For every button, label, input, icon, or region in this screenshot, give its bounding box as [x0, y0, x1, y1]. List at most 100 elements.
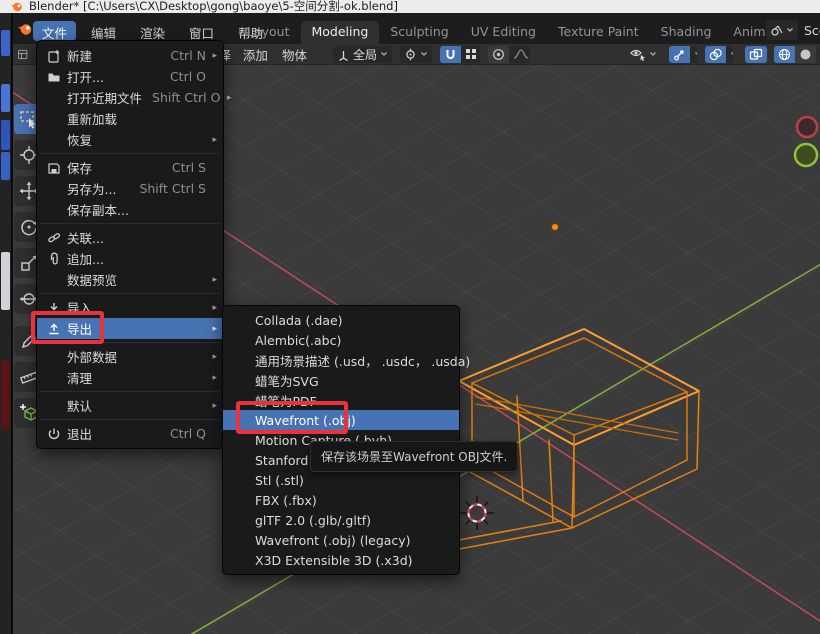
submenu-item-collada[interactable]: Collada (.dae) [223, 310, 459, 330]
solid-sphere-icon [799, 48, 812, 61]
nav-gizmo-x-axis-ball[interactable] [797, 117, 817, 137]
tab-shading[interactable]: Shading [650, 21, 723, 44]
xray-toggle-button[interactable] [745, 46, 767, 63]
submenu-item-fbx[interactable]: FBX (.fbx) [223, 490, 459, 510]
menu-item-save[interactable]: 保存 Ctrl S [37, 157, 223, 178]
overlays-dropdown[interactable] [726, 46, 733, 63]
scene-icon [770, 23, 784, 37]
chevron-down-icon [380, 51, 388, 57]
gizmos-dropdown[interactable] [690, 46, 697, 63]
window-title: Blender* [C:\Users\CX\Desktop\gong\baoye… [29, 0, 398, 13]
pivot-point-dropdown[interactable] [400, 46, 432, 63]
submenu-arrow-icon: ▸ [206, 324, 217, 334]
menu-item-open-recent[interactable]: 打开近期文件 Shift Ctrl O ▸ [37, 87, 223, 108]
scene-selector: Sce [766, 20, 820, 40]
overlays-toggle-button[interactable] [705, 46, 726, 63]
snap-toggle-button[interactable] [440, 46, 461, 63]
transform-orientation-dropdown[interactable]: 全局 [333, 46, 392, 63]
chevron-down-icon [730, 51, 733, 57]
menu-item-label: 外部数据 [67, 347, 206, 366]
menu-item-label: 清理 [67, 368, 206, 387]
submenu-item-label: Wavefront (.obj) (legacy) [255, 533, 411, 548]
gizmos-toggle-button[interactable] [669, 46, 690, 63]
menu-separator [37, 150, 223, 157]
export-submenu: Collada (.dae) Alembic(.abc) 通用场景描述 (.us… [222, 305, 460, 575]
tab-texture-paint[interactable]: Texture Paint [547, 21, 650, 44]
shading-solid-button[interactable] [795, 46, 816, 63]
chevron-down-icon [786, 27, 794, 33]
shading-material-button[interactable] [816, 46, 820, 63]
cursor-3d-icon [460, 496, 494, 530]
sliver-blob [1, 252, 10, 310]
tab-modeling[interactable]: Modeling [301, 21, 380, 44]
menu-item-save-copy[interactable]: 保存副本... [37, 199, 223, 220]
sliver-blob [1, 30, 10, 56]
proportional-editing-icon [492, 48, 505, 61]
tooltip-text: 保存该场景至Wavefront OBJ文件. [321, 450, 507, 464]
menu-item-link[interactable]: 关联... [37, 227, 223, 248]
wireframe-box-object[interactable] [459, 329, 699, 549]
menu-separator [37, 220, 223, 227]
shading-wireframe-button[interactable] [774, 46, 795, 63]
submenu-item-alembic[interactable]: Alembic(.abc) [223, 330, 459, 350]
tab-layout[interactable]: Layout [236, 21, 301, 44]
scene-selector-button[interactable] [766, 20, 798, 40]
annotation-box-export [31, 311, 104, 344]
submenu-arrow-icon: ▸ [206, 401, 217, 411]
window-left-border [11, 13, 13, 634]
menu-window[interactable]: 窗口 [180, 21, 223, 41]
menu-file[interactable]: 文件 [33, 21, 76, 41]
proportional-editing-toggle[interactable] [488, 46, 509, 63]
menu-item-label: 打开近期文件 [67, 88, 142, 107]
menu-separator [37, 416, 223, 423]
submenu-item-wavefront-legacy[interactable]: Wavefront (.obj) (legacy) [223, 530, 459, 550]
submenu-item-label: glTF 2.0 (.glb/.gltf) [255, 513, 371, 528]
proportional-falloff-dropdown[interactable] [509, 46, 531, 63]
menu-item-clean-up[interactable]: 清理 ▸ [37, 367, 223, 388]
link-icon [47, 231, 67, 245]
menu-render[interactable]: 渲染 [131, 21, 174, 41]
menu-edit[interactable]: 编辑 [82, 21, 125, 41]
submenu-item-stl[interactable]: Stl (.stl) [223, 470, 459, 490]
menu-separator [37, 388, 223, 395]
tab-sculpting[interactable]: Sculpting [379, 21, 459, 44]
object-menu[interactable]: 物体 [282, 45, 307, 64]
show-gizmo-visibility-dropdown[interactable] [626, 46, 661, 63]
snap-target-dropdown[interactable] [461, 46, 480, 63]
submenu-item-label: Alembic(.abc) [255, 333, 341, 348]
editor-type-icon[interactable] [17, 47, 28, 62]
menu-item-open[interactable]: 打开... Ctrl O [37, 66, 223, 87]
menu-item-shortcut: Ctrl N [170, 48, 206, 63]
submenu-arrow-icon: ▸ [206, 135, 217, 145]
wireframe-globe-icon [778, 48, 791, 61]
submenu-item-gltf[interactable]: glTF 2.0 (.glb/.gltf) [223, 510, 459, 530]
menu-item-quit[interactable]: 退出 Ctrl Q [37, 423, 223, 444]
chevron-down-icon [694, 51, 697, 57]
falloff-curve-icon [513, 48, 529, 60]
blender-logo-icon [17, 21, 33, 37]
gizmo-arrow-icon [673, 48, 686, 61]
submenu-item-x3d[interactable]: X3D Extensible 3D (.x3d) [223, 550, 459, 570]
submenu-item-label: 蜡笔为SVG [255, 371, 319, 390]
menu-item-data-previews[interactable]: 数据预览 ▸ [37, 269, 223, 290]
menu-item-shortcut: Shift Ctrl S [139, 181, 206, 196]
menu-item-defaults[interactable]: 默认 ▸ [37, 395, 223, 416]
paperclip-icon [47, 252, 67, 266]
tab-uv-editing[interactable]: UV Editing [460, 21, 547, 44]
menu-item-external-data[interactable]: 外部数据 ▸ [37, 346, 223, 367]
submenu-item-usd[interactable]: 通用场景描述 (.usd， .usdc， .usda) [223, 350, 459, 370]
magnet-icon [444, 48, 457, 61]
add-menu[interactable]: 添加 [243, 45, 268, 64]
menu-item-new[interactable]: 新建 Ctrl N ▸ [37, 45, 223, 66]
menu-item-label: 关联... [67, 228, 206, 247]
submenu-arrow-icon: ▸ [220, 93, 231, 103]
background-window-sliver [0, 0, 11, 634]
menu-item-revert[interactable]: 重新加载 [37, 108, 223, 129]
pivot-point-icon [404, 48, 417, 61]
menu-item-append[interactable]: 追加... [37, 248, 223, 269]
submenu-item-label: X3D Extensible 3D (.x3d) [255, 553, 413, 568]
nav-gizmo-y-axis-ball[interactable] [795, 144, 817, 166]
menu-item-save-as[interactable]: 另存为... Shift Ctrl S [37, 178, 223, 199]
submenu-item-grease-pencil-svg[interactable]: 蜡笔为SVG [223, 370, 459, 390]
menu-item-recover[interactable]: 恢复 ▸ [37, 129, 223, 150]
